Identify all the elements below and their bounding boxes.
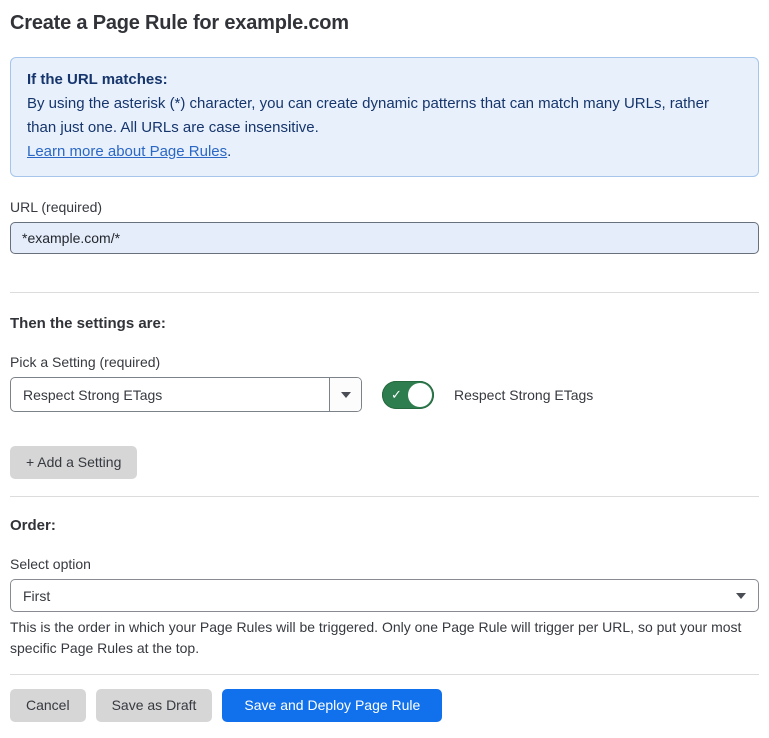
info-box-body: By using the asterisk (*) character, you…	[27, 92, 742, 140]
section-divider	[10, 674, 759, 675]
cancel-button[interactable]: Cancel	[10, 689, 86, 722]
respect-strong-etags-toggle[interactable]: ✓	[382, 381, 434, 409]
url-field-label: URL (required)	[10, 199, 759, 215]
settings-section-heading: Then the settings are:	[10, 315, 759, 332]
pick-setting-label: Pick a Setting (required)	[10, 354, 759, 370]
section-divider	[10, 496, 759, 497]
order-help-text: This is the order in which your Page Rul…	[10, 617, 759, 659]
setting-dropdown[interactable]: Respect Strong ETags	[10, 377, 362, 412]
info-box-link-line: Learn more about Page Rules.	[27, 140, 742, 164]
order-section-heading: Order:	[10, 517, 759, 534]
save-as-draft-button[interactable]: Save as Draft	[96, 689, 213, 722]
check-icon: ✓	[391, 388, 402, 401]
section-divider	[10, 292, 759, 293]
setting-dropdown-value: Respect Strong ETags	[11, 378, 329, 411]
chevron-down-icon	[341, 392, 351, 398]
url-match-info-box: If the URL matches: By using the asteris…	[10, 57, 759, 177]
info-box-heading: If the URL matches:	[27, 68, 742, 92]
setting-dropdown-arrow-button[interactable]	[329, 378, 361, 411]
add-setting-button[interactable]: + Add a Setting	[10, 446, 137, 479]
order-select-value: First	[23, 588, 736, 604]
url-input[interactable]	[10, 222, 759, 254]
save-and-deploy-button[interactable]: Save and Deploy Page Rule	[222, 689, 442, 722]
learn-more-link[interactable]: Learn more about Page Rules	[27, 143, 227, 160]
setting-row: Respect Strong ETags ✓ Respect Strong ET…	[10, 377, 759, 412]
form-actions: Cancel Save as Draft Save and Deploy Pag…	[10, 689, 759, 722]
toggle-label: Respect Strong ETags	[454, 387, 593, 403]
link-period: .	[227, 143, 231, 160]
order-select[interactable]: First	[10, 579, 759, 612]
page-title: Create a Page Rule for example.com	[10, 12, 759, 35]
order-select-label: Select option	[10, 556, 759, 572]
toggle-knob	[408, 383, 432, 407]
chevron-down-icon	[736, 593, 746, 599]
